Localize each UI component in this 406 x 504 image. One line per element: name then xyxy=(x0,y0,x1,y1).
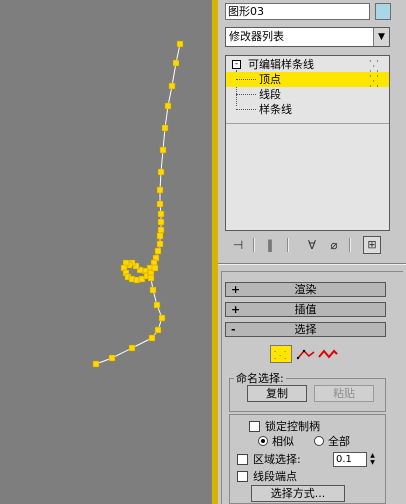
spline-shape[interactable] xyxy=(0,0,214,504)
spline-vertex[interactable] xyxy=(156,186,164,194)
rollout-label: 插值 xyxy=(294,303,317,316)
all-label: 全部 xyxy=(328,435,350,448)
make-unique-icon[interactable]: ∀ xyxy=(301,235,323,255)
modifier-list-label: 修改器列表 xyxy=(229,30,284,43)
spline-vertex[interactable] xyxy=(164,102,172,110)
spline-vertex[interactable] xyxy=(161,124,169,132)
area-select-checkbox[interactable] xyxy=(237,454,248,465)
configure-modifier-sets-icon[interactable]: ⊞ xyxy=(363,236,381,254)
stack-item-spline[interactable]: 样条线 xyxy=(226,102,389,117)
spline-vertex[interactable] xyxy=(151,264,159,272)
spline-vertex[interactable] xyxy=(157,218,165,226)
rollout-label: 渲染 xyxy=(294,283,317,296)
spline-vertex[interactable] xyxy=(149,286,157,294)
spline-vertex[interactable] xyxy=(157,226,165,234)
paste-button[interactable]: 粘贴 xyxy=(314,385,374,402)
modifier-list-dropdown[interactable]: 修改器列表 ▼ xyxy=(225,27,390,47)
collapse-icon[interactable]: - xyxy=(232,60,241,69)
panel-separator xyxy=(218,263,406,265)
rollout-rendering[interactable]: + 渲染 xyxy=(225,282,386,297)
spline-vertex[interactable] xyxy=(172,59,180,67)
stack-item-label: 顶点 xyxy=(259,73,281,86)
area-select-input[interactable]: 0.1 xyxy=(333,452,367,467)
stack-item-segment[interactable]: 线段 xyxy=(226,87,389,102)
spline-vertex[interactable] xyxy=(159,146,167,154)
expand-icon: + xyxy=(231,283,241,296)
chevron-down-icon[interactable]: ▼ xyxy=(373,28,389,46)
vertex-dots-icon: · · ·· · xyxy=(369,72,380,91)
spline-path[interactable] xyxy=(95,43,181,365)
segment-mode-icon[interactable] xyxy=(296,347,316,361)
spline-vertex[interactable] xyxy=(157,168,165,176)
spline-vertex[interactable] xyxy=(92,360,100,368)
spline-vertex[interactable] xyxy=(108,354,116,362)
spline-vertex[interactable] xyxy=(154,247,162,255)
copy-button[interactable]: 复制 xyxy=(247,385,307,402)
spline-vertex[interactable] xyxy=(147,274,155,282)
toolbar-separator xyxy=(287,238,289,252)
tree-branch xyxy=(236,109,256,110)
stack-item-label: 可编辑样条线 xyxy=(248,58,314,71)
pin-stack-icon[interactable]: ⊣ xyxy=(227,235,249,255)
object-name-input[interactable]: 图形03 xyxy=(225,3,370,20)
lock-handles-label: 锁定控制柄 xyxy=(265,420,320,433)
tree-branch xyxy=(236,79,256,80)
stack-item-vertex[interactable]: 顶点 · · · · · xyxy=(226,72,389,91)
stack-divider xyxy=(226,123,389,124)
rollout-label: 选择 xyxy=(294,323,317,336)
vertex-dots-icon: · · ·· · xyxy=(369,57,380,76)
spline-vertex[interactable] xyxy=(168,82,176,90)
spline-vertex[interactable] xyxy=(156,240,164,248)
toolbar-separator xyxy=(349,238,351,252)
rollout-selection[interactable]: - 选择 xyxy=(225,322,386,337)
similar-radio[interactable] xyxy=(258,436,268,446)
spline-vertex[interactable] xyxy=(158,314,166,322)
viewport[interactable] xyxy=(0,0,214,504)
sub-object-buttons: · · · · · xyxy=(270,345,340,363)
stack-item-label: 线段 xyxy=(259,88,281,101)
stack-item-editable-spline[interactable]: - 可编辑样条线 · · ·· · xyxy=(226,57,389,76)
spline-vertex[interactable] xyxy=(157,210,165,218)
modifier-stack[interactable]: - 可编辑样条线 · · ·· · 顶点 · · ·· · 线段 样条线 xyxy=(225,55,390,231)
stack-item-label: 样条线 xyxy=(259,103,292,116)
lock-handles-checkbox[interactable] xyxy=(249,421,260,432)
named-selection-title: 命名选择: xyxy=(234,372,286,385)
select-by-button[interactable]: 选择方式... xyxy=(251,485,345,502)
spline-vertex[interactable] xyxy=(148,334,156,342)
spline-mode-icon[interactable] xyxy=(318,347,338,361)
stack-toolbar: ⊣ ‖ ∀ ⌀ ⊞ xyxy=(225,235,390,255)
tree-branch xyxy=(236,94,256,95)
spline-vertex[interactable] xyxy=(154,326,162,334)
command-panel: 图形03 修改器列表 ▼ - 可编辑样条线 · · ·· · 顶点 · · ··… xyxy=(218,0,406,504)
expand-icon: + xyxy=(231,303,241,316)
spline-vertex[interactable] xyxy=(128,344,136,352)
spline-vertex[interactable] xyxy=(156,232,164,240)
all-radio[interactable] xyxy=(314,436,324,446)
object-color-swatch[interactable] xyxy=(375,3,391,20)
area-select-label: 区域选择: xyxy=(253,453,301,466)
toolbar-separator xyxy=(253,238,255,252)
show-end-result-icon[interactable]: ‖ xyxy=(259,235,281,255)
collapse-icon: - xyxy=(231,323,236,336)
rollout-interpolation[interactable]: + 插值 xyxy=(225,302,386,317)
segment-end-label: 线段端点 xyxy=(253,470,297,483)
remove-modifier-icon[interactable]: ⌀ xyxy=(323,235,345,255)
spline-vertex[interactable] xyxy=(153,301,161,309)
spinner-arrows-icon[interactable]: ▲ ▼ xyxy=(368,452,377,467)
spline-vertex[interactable] xyxy=(176,40,184,48)
spline-vertex[interactable] xyxy=(156,200,164,208)
vertex-mode-button[interactable]: · · · · · xyxy=(270,345,292,363)
similar-label: 相似 xyxy=(272,435,294,448)
segment-end-checkbox[interactable] xyxy=(237,471,248,482)
